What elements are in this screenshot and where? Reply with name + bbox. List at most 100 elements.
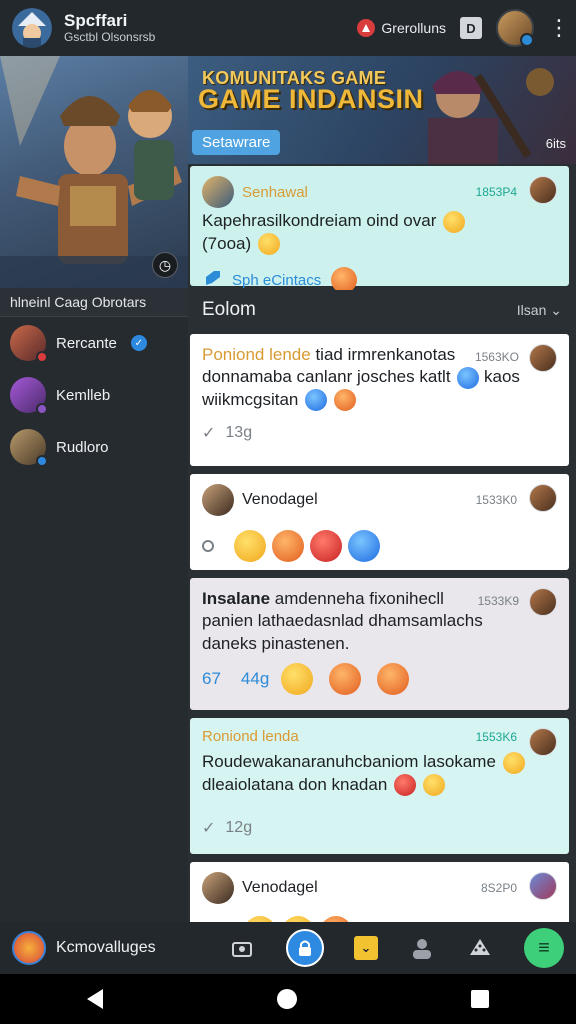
post-avatar[interactable]	[202, 872, 234, 904]
reaction-count: 13g	[225, 424, 253, 442]
sunglasses-emoji-icon	[257, 233, 280, 256]
app-subtitle: Gsctbl Olsonsrsb	[64, 29, 156, 44]
recents-icon[interactable]	[471, 990, 489, 1008]
app-logo[interactable]	[12, 8, 52, 48]
friend-name: Rudloro	[56, 438, 109, 456]
post-time: 1533K0	[475, 493, 517, 507]
sunglasses-emoji-icon	[502, 751, 525, 774]
friend-name: Rercante	[56, 334, 117, 352]
app-name: Spcffari	[64, 11, 128, 31]
radio-icon[interactable]	[202, 540, 214, 552]
post-card[interactable]: Venodagel 1533K0	[190, 474, 569, 570]
post-body-line1: Kapehrasilkondreiam oind ovar	[202, 211, 437, 230]
status-label: Grerolluns	[381, 20, 446, 36]
home-icon[interactable]	[277, 989, 297, 1009]
post-username[interactable]: Roniond lenda	[202, 728, 299, 745]
banner-corner-label: 6its	[545, 136, 566, 151]
post-username[interactable]: Venodagel	[242, 491, 318, 509]
post-time: 1563KO	[474, 350, 519, 364]
friend-item[interactable]: Kemlleb	[0, 369, 188, 421]
post-username-suffix: amdenneha fixonihecll	[274, 589, 444, 608]
sort-dropdown[interactable]: Ilsan ⌄	[517, 302, 562, 319]
post-header: Venodagel 8S2P0	[202, 872, 557, 904]
bottom-nav: ⌄ ≡	[228, 928, 564, 968]
post-card[interactable]: Venodagel 8S2P0	[190, 862, 569, 922]
emoji-icon[interactable]	[272, 530, 304, 562]
post-author-avatar[interactable]	[529, 344, 557, 372]
emoji-icon[interactable]	[310, 530, 342, 562]
post-body: Kapehrasilkondreiam oind ovar (7ooa)	[202, 210, 557, 256]
emoji-icon[interactable]	[234, 530, 266, 562]
check-icon[interactable]: ✓	[202, 423, 215, 443]
friend-item[interactable]: Rercante ✓	[0, 317, 188, 369]
community-app-icon[interactable]	[12, 931, 46, 965]
post-body-line1: Roudewakanaranuhcbaniom lasokame	[202, 752, 496, 771]
sort-bar: Eolom Ilsan ⌄	[188, 290, 576, 330]
feed: Senhawal 1853P4 Kapehrasilkondreiam oind…	[188, 164, 576, 922]
section-label: hlneinl Caag Obrotars	[0, 288, 188, 317]
banner-cta-button[interactable]: Setawrare	[192, 130, 281, 155]
group-icon[interactable]	[466, 934, 494, 962]
banner-title-line2: GAME INDANSIN	[198, 84, 424, 114]
emoji-icon	[305, 389, 328, 412]
post-body-line2: wiikmcgsitan	[202, 389, 299, 409]
post-avatar[interactable]	[202, 484, 234, 516]
emoji-icon[interactable]	[348, 530, 380, 562]
menu-icon[interactable]: ≡	[524, 928, 564, 968]
system-nav-bar	[0, 974, 576, 1024]
bottom-app-name[interactable]: Kcmovalluges	[56, 939, 156, 957]
more-vert-icon[interactable]: ⋮	[548, 17, 570, 39]
post-card[interactable]: Poniond lende tiad irmrenkanotas donnama…	[190, 334, 569, 466]
friend-avatar	[10, 429, 48, 467]
emoji-icon	[333, 389, 356, 412]
app-root: Spcffari Gsctbl Olsonsrsb Grerolluns D ⋮	[0, 0, 576, 1024]
emoji-icon	[457, 366, 480, 389]
emoji-icon	[394, 774, 417, 797]
emoji-icon[interactable]	[329, 663, 362, 696]
camera-icon[interactable]	[228, 934, 256, 962]
top-bar: Spcffari Gsctbl Olsonsrsb Grerolluns D ⋮	[0, 0, 576, 56]
post-card[interactable]: Insalane amdenneha fixonihecll panien la…	[190, 578, 569, 710]
emoji-icon[interactable]	[281, 663, 314, 696]
sort-title: Eolom	[202, 299, 256, 320]
sort-dropdown-label: Ilsan	[516, 301, 547, 318]
check-icon[interactable]: ✓	[202, 818, 215, 838]
square-d-button[interactable]: D	[460, 17, 482, 39]
post-author-avatar[interactable]	[529, 872, 557, 900]
profile-icon[interactable]	[408, 934, 436, 962]
back-icon[interactable]	[87, 989, 103, 1009]
post-avatar[interactable]	[202, 176, 234, 208]
post-author-avatar[interactable]	[529, 728, 557, 756]
post-time: 1553K6	[475, 729, 517, 744]
post-username[interactable]: Venodagel	[242, 879, 318, 897]
post-username[interactable]: Poniond lende	[202, 345, 311, 364]
post-card[interactable]: Roniond lenda 1553K6 Roudewakanaranuhcba…	[190, 718, 569, 854]
post-username[interactable]: Insalane	[202, 589, 270, 608]
inbox-icon[interactable]: ⌄	[354, 936, 378, 960]
friend-item[interactable]: Rudloro	[0, 421, 188, 473]
status-pill[interactable]: Grerolluns	[357, 19, 446, 37]
post-author-avatar[interactable]	[529, 588, 557, 616]
post-username[interactable]: Senhawal	[242, 184, 308, 201]
post-card[interactable]: Senhawal 1853P4 Kapehrasilkondreiam oind…	[190, 166, 569, 294]
post-author-avatar[interactable]	[529, 484, 557, 512]
post-time: 1853P4	[475, 185, 517, 199]
friend-name: Kemlleb	[56, 386, 111, 404]
post-meta: 67 44g	[202, 663, 557, 696]
post-body-line2: dleaiolatana don knadan	[202, 774, 388, 794]
user-avatar[interactable]	[496, 9, 534, 47]
post-body-line1: panien lathaedasnlad dhamsamlachs	[202, 611, 483, 631]
post-author-avatar[interactable]	[529, 176, 557, 204]
reaction-count-a: 67	[202, 669, 221, 689]
reaction-count: 12g	[225, 819, 253, 837]
friend-badge	[36, 455, 48, 467]
top-right-actions: Grerolluns D ⋮	[357, 9, 570, 47]
reaction-count-b: 44g	[240, 669, 270, 689]
lock-icon[interactable]	[286, 929, 324, 967]
friend-avatar	[10, 377, 48, 415]
post-footer-label[interactable]: Sph eCintacs	[232, 272, 321, 289]
community-banner[interactable]: KOMUNITAKS GAME GAME INDANSIN Setawrare …	[188, 56, 576, 164]
emoji-icon[interactable]	[377, 663, 410, 696]
post-body-line2: (7ooa)	[202, 233, 252, 253]
hero-action-button[interactable]: ◷	[152, 252, 178, 278]
